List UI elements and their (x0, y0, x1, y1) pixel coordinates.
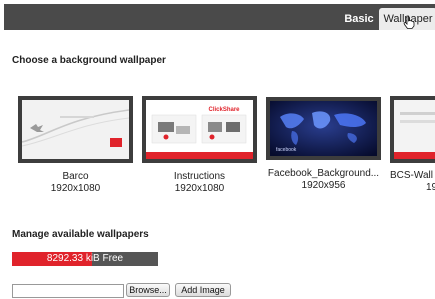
top-tab-bar: Basic Wallpaper (4, 4, 435, 30)
wallpaper-thumbnail[interactable]: ClickShare (142, 96, 257, 163)
wallpaper-name: Barco (62, 171, 89, 182)
wallpaper-carousel: Barco 1920x1080 ClickShare Instructions … (0, 90, 435, 200)
storage-free-label: 8292.33 kiB Free (46, 253, 124, 264)
wallpaper-resolution: 19 (426, 182, 435, 193)
file-path-input[interactable] (12, 284, 124, 298)
wallpaper-thumbnail[interactable] (18, 96, 133, 163)
wallpaper-thumbnail[interactable] (390, 96, 435, 163)
hand-pointer-icon (403, 15, 415, 29)
storage-free-bar: 8292.33 kiB Free (12, 252, 158, 266)
wallpaper-resolution: 1920x1080 (174, 183, 225, 194)
facebook-logo-text: facebook (276, 147, 297, 153)
add-image-button[interactable]: Add Image (175, 283, 231, 297)
choose-wallpaper-heading: Choose a background wallpaper (12, 55, 166, 66)
wallpaper-name: Facebook_Background... (267, 168, 380, 179)
wallpaper-resolution: 1920x956 (301, 180, 346, 191)
wallpaper-thumbnail[interactable]: facebook (266, 97, 381, 160)
browse-button[interactable]: Browse... (126, 283, 170, 297)
wallpaper-resolution: 1920x1080 (50, 183, 101, 194)
manage-wallpapers-heading: Manage available wallpapers (12, 229, 149, 240)
clickshare-logo-text: ClickShare (208, 107, 240, 113)
tab-basic[interactable]: Basic (337, 8, 381, 30)
wallpaper-name: BCS-Wall (390, 170, 433, 181)
wallpaper-name: Instructions (173, 171, 226, 182)
